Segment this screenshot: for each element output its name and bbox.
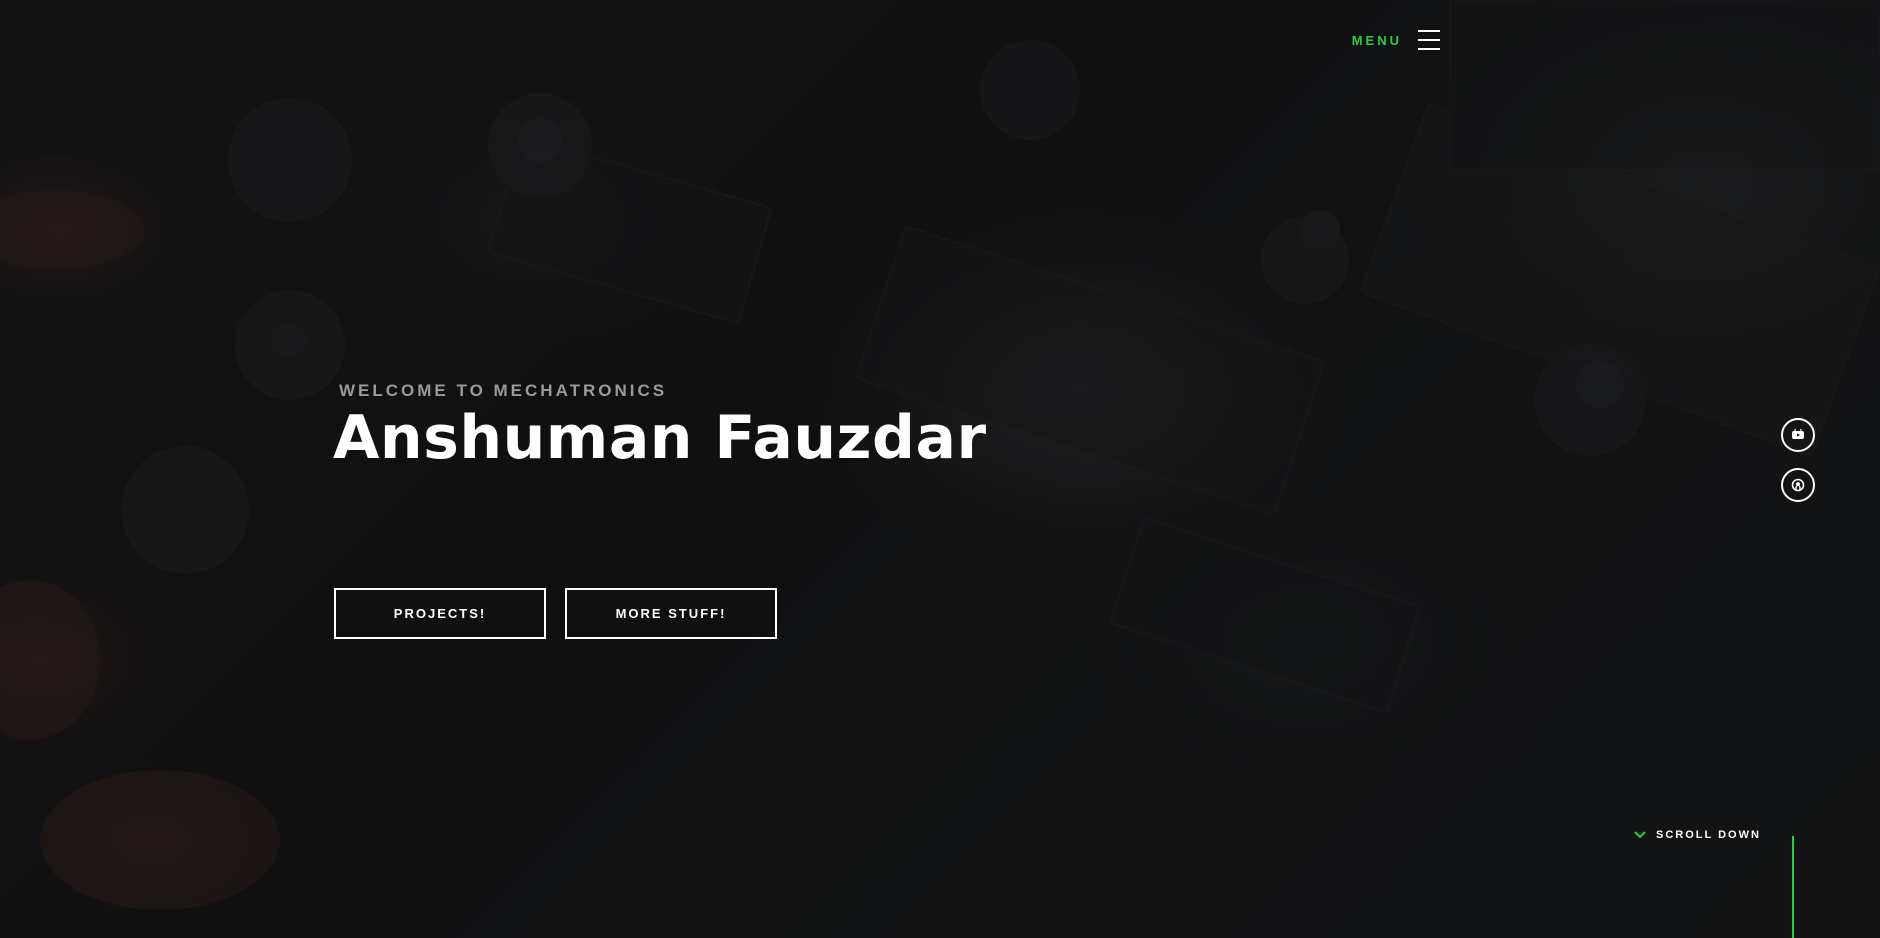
scroll-down-link[interactable]: SCROLL DOWN	[1634, 829, 1761, 841]
hamburger-icon[interactable]	[1418, 30, 1440, 50]
social-links	[1781, 418, 1815, 502]
intro-block: WELCOME TO MECHATRONICS Anshuman Fauzdar	[333, 381, 987, 471]
youtube-icon	[1792, 429, 1804, 439]
page-title: Anshuman Fauzdar	[333, 403, 987, 473]
menu-toggle[interactable]: MENU	[1352, 30, 1440, 50]
hero-section: MENU WELCOME TO MECHATRONICS Anshuman Fa…	[0, 0, 1880, 938]
menu-label: MENU	[1351, 32, 1402, 48]
projects-button[interactable]: PROJECTS!	[334, 588, 546, 639]
welcome-subtitle: WELCOME TO MECHATRONICS	[339, 381, 668, 400]
more-stuff-button[interactable]: MORE STUFF!	[565, 588, 777, 639]
github-link[interactable]	[1781, 468, 1815, 502]
youtube-link[interactable]	[1781, 418, 1815, 452]
chevron-down-icon	[1634, 831, 1646, 839]
github-icon	[1791, 478, 1805, 492]
scroll-indicator-line	[1792, 836, 1794, 938]
hero-buttons: PROJECTS! MORE STUFF!	[334, 588, 777, 639]
scroll-down-label: SCROLL DOWN	[1656, 829, 1761, 841]
